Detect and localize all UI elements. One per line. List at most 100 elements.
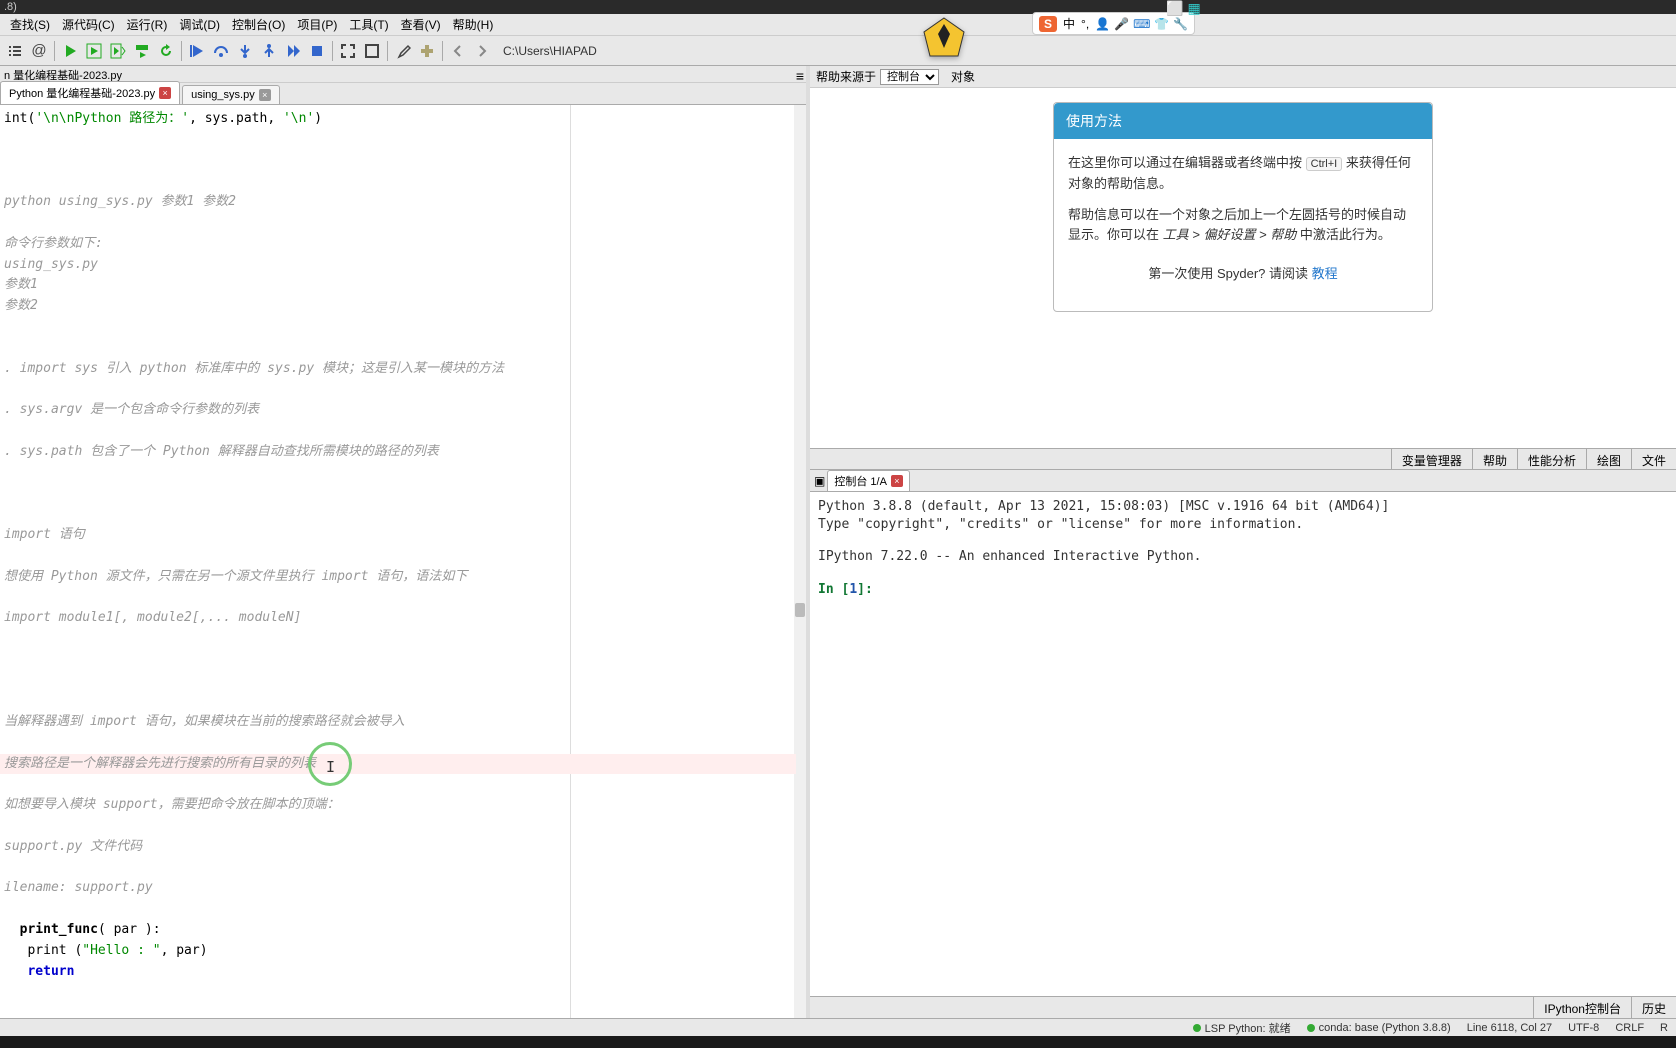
- code-line[interactable]: . sys.path 包含了一个 Python 解释器自动查找所需模块的路径的列…: [4, 442, 802, 463]
- right-tab-4[interactable]: 文件: [1631, 449, 1676, 469]
- code-line[interactable]: import 语句: [4, 525, 802, 546]
- status-eol[interactable]: CRLF: [1615, 1022, 1644, 1034]
- console-bottom-tab-1[interactable]: 历史: [1631, 997, 1676, 1018]
- menu-item-3[interactable]: 调试(D): [173, 14, 226, 35]
- code-line[interactable]: [4, 338, 802, 359]
- nav-forward-icon[interactable]: [471, 40, 493, 62]
- code-line[interactable]: [4, 421, 802, 442]
- debug-into-icon[interactable]: [234, 40, 256, 62]
- code-line[interactable]: 参数1: [4, 275, 802, 296]
- code-line[interactable]: print ("Hello : ", par): [4, 941, 802, 962]
- code-line[interactable]: [4, 213, 802, 234]
- console-output[interactable]: Python 3.8.8 (default, Apr 13 2021, 15:0…: [810, 492, 1676, 996]
- code-line[interactable]: . import sys 引入 python 标准库中的 sys.py 模块；这…: [4, 359, 802, 380]
- nav-back-icon[interactable]: [447, 40, 469, 62]
- code-line[interactable]: using_sys.py: [4, 255, 802, 276]
- right-tab-1[interactable]: 帮助: [1472, 449, 1517, 469]
- run-icon[interactable]: [59, 40, 81, 62]
- editor-content[interactable]: int('\n\nPython 路径为：', sys.path, '\n') p…: [0, 105, 806, 1018]
- right-tab-2[interactable]: 性能分析: [1517, 449, 1586, 469]
- code-line[interactable]: 想使用 Python 源文件，只需在另一个源文件里执行 import 语句，语法…: [4, 567, 802, 588]
- run-cell-icon[interactable]: [83, 40, 105, 62]
- code-line[interactable]: [4, 483, 802, 504]
- ime-user-icon[interactable]: 👤: [1095, 17, 1110, 31]
- code-line[interactable]: [4, 130, 802, 151]
- console-options-icon[interactable]: ▣: [814, 474, 825, 488]
- status-lsp[interactable]: LSP Python: 就绪: [1193, 1020, 1291, 1036]
- code-line[interactable]: [4, 463, 802, 484]
- menu-item-2[interactable]: 运行(R): [121, 14, 174, 35]
- editor-tab-1[interactable]: using_sys.py×: [182, 85, 280, 104]
- code-line[interactable]: [4, 317, 802, 338]
- code-line[interactable]: [4, 816, 802, 837]
- code-line[interactable]: [4, 650, 802, 671]
- ime-skin-icon[interactable]: 👕: [1154, 17, 1169, 31]
- code-line[interactable]: [4, 899, 802, 920]
- help-source-select[interactable]: 控制台: [880, 69, 939, 85]
- status-encoding[interactable]: UTF-8: [1568, 1022, 1599, 1034]
- code-line[interactable]: [4, 691, 802, 712]
- code-line[interactable]: return: [4, 962, 802, 983]
- ime-keyboard-icon[interactable]: ⌨: [1133, 17, 1150, 31]
- code-line[interactable]: [4, 629, 802, 650]
- status-position[interactable]: Line 6118, Col 27: [1467, 1022, 1552, 1034]
- code-line[interactable]: 命令行参数如下:: [4, 234, 802, 255]
- code-line[interactable]: [4, 733, 802, 754]
- menu-item-7[interactable]: 查看(V): [395, 14, 447, 35]
- debug-continue-icon[interactable]: [282, 40, 304, 62]
- code-line[interactable]: ilename: support.py: [4, 878, 802, 899]
- close-icon[interactable]: ×: [259, 89, 271, 101]
- status-rw[interactable]: R: [1660, 1022, 1668, 1034]
- right-tab-3[interactable]: 绘图: [1586, 449, 1631, 469]
- code-line[interactable]: 如想要导入模块 support，需要把命令放在脚本的顶端：: [4, 795, 802, 816]
- ime-lang[interactable]: 中: [1063, 15, 1075, 32]
- menu-item-4[interactable]: 控制台(O): [226, 14, 291, 35]
- console-bottom-tab-0[interactable]: IPython控制台: [1533, 997, 1631, 1018]
- right-tab-0[interactable]: 变量管理器: [1391, 449, 1472, 469]
- code-line[interactable]: 搜索路径是一个解释器会先进行搜索的所有目录的列表: [4, 754, 802, 775]
- tray-window-icon[interactable]: ⬜: [1166, 0, 1183, 17]
- editor-tab-0[interactable]: Python 量化编程基础-2023.py×: [0, 81, 180, 104]
- outline-icon[interactable]: [4, 40, 26, 62]
- debug-stop-icon[interactable]: [306, 40, 328, 62]
- debug-out-icon[interactable]: [258, 40, 280, 62]
- python-path-icon[interactable]: [416, 40, 438, 62]
- at-icon[interactable]: @: [28, 40, 50, 62]
- menu-item-5[interactable]: 项目(P): [291, 14, 343, 35]
- ime-tool-icon[interactable]: 🔧: [1173, 17, 1188, 31]
- menu-item-6[interactable]: 工具(T): [343, 14, 394, 35]
- close-icon[interactable]: ×: [891, 475, 903, 487]
- maximize-icon[interactable]: [337, 40, 359, 62]
- code-line[interactable]: [4, 671, 802, 692]
- rerun-icon[interactable]: [155, 40, 177, 62]
- code-line[interactable]: [4, 546, 802, 567]
- code-line[interactable]: [4, 504, 802, 525]
- run-selection-icon[interactable]: [131, 40, 153, 62]
- code-line[interactable]: import module1[, module2[,... moduleN]: [4, 608, 802, 629]
- menu-item-1[interactable]: 源代码(C): [56, 14, 121, 35]
- taskbar[interactable]: [0, 1036, 1676, 1048]
- code-line[interactable]: [4, 171, 802, 192]
- code-line[interactable]: python using_sys.py 参数1 参数2: [4, 192, 802, 213]
- ime-mic-icon[interactable]: 🎤: [1114, 17, 1129, 31]
- ime-punct[interactable]: °,: [1081, 17, 1089, 31]
- menu-item-0[interactable]: 查找(S): [4, 14, 56, 35]
- fullscreen-icon[interactable]: [361, 40, 383, 62]
- debug-over-icon[interactable]: [210, 40, 232, 62]
- code-line[interactable]: [4, 379, 802, 400]
- console-tab[interactable]: 控制台 1/A ×: [827, 470, 910, 492]
- code-line[interactable]: [4, 587, 802, 608]
- preferences-icon[interactable]: [392, 40, 414, 62]
- tutorial-link[interactable]: 教程: [1312, 266, 1338, 281]
- console-prompt[interactable]: In [1]:: [818, 581, 1668, 599]
- code-line[interactable]: [4, 775, 802, 796]
- close-icon[interactable]: ×: [159, 87, 171, 99]
- code-line[interactable]: print_func( par ):: [4, 920, 802, 941]
- tab-menu-icon[interactable]: ≡: [796, 68, 804, 84]
- ime-icons[interactable]: 👤 🎤 ⌨ 👕 🔧: [1095, 17, 1188, 31]
- debug-step-icon[interactable]: [186, 40, 208, 62]
- code-line[interactable]: int('\n\nPython 路径为：', sys.path, '\n'): [4, 109, 802, 130]
- code-line[interactable]: support.py 文件代码: [4, 837, 802, 858]
- working-dir[interactable]: C:\Users\HIAPAD: [503, 44, 597, 58]
- code-line[interactable]: [4, 151, 802, 172]
